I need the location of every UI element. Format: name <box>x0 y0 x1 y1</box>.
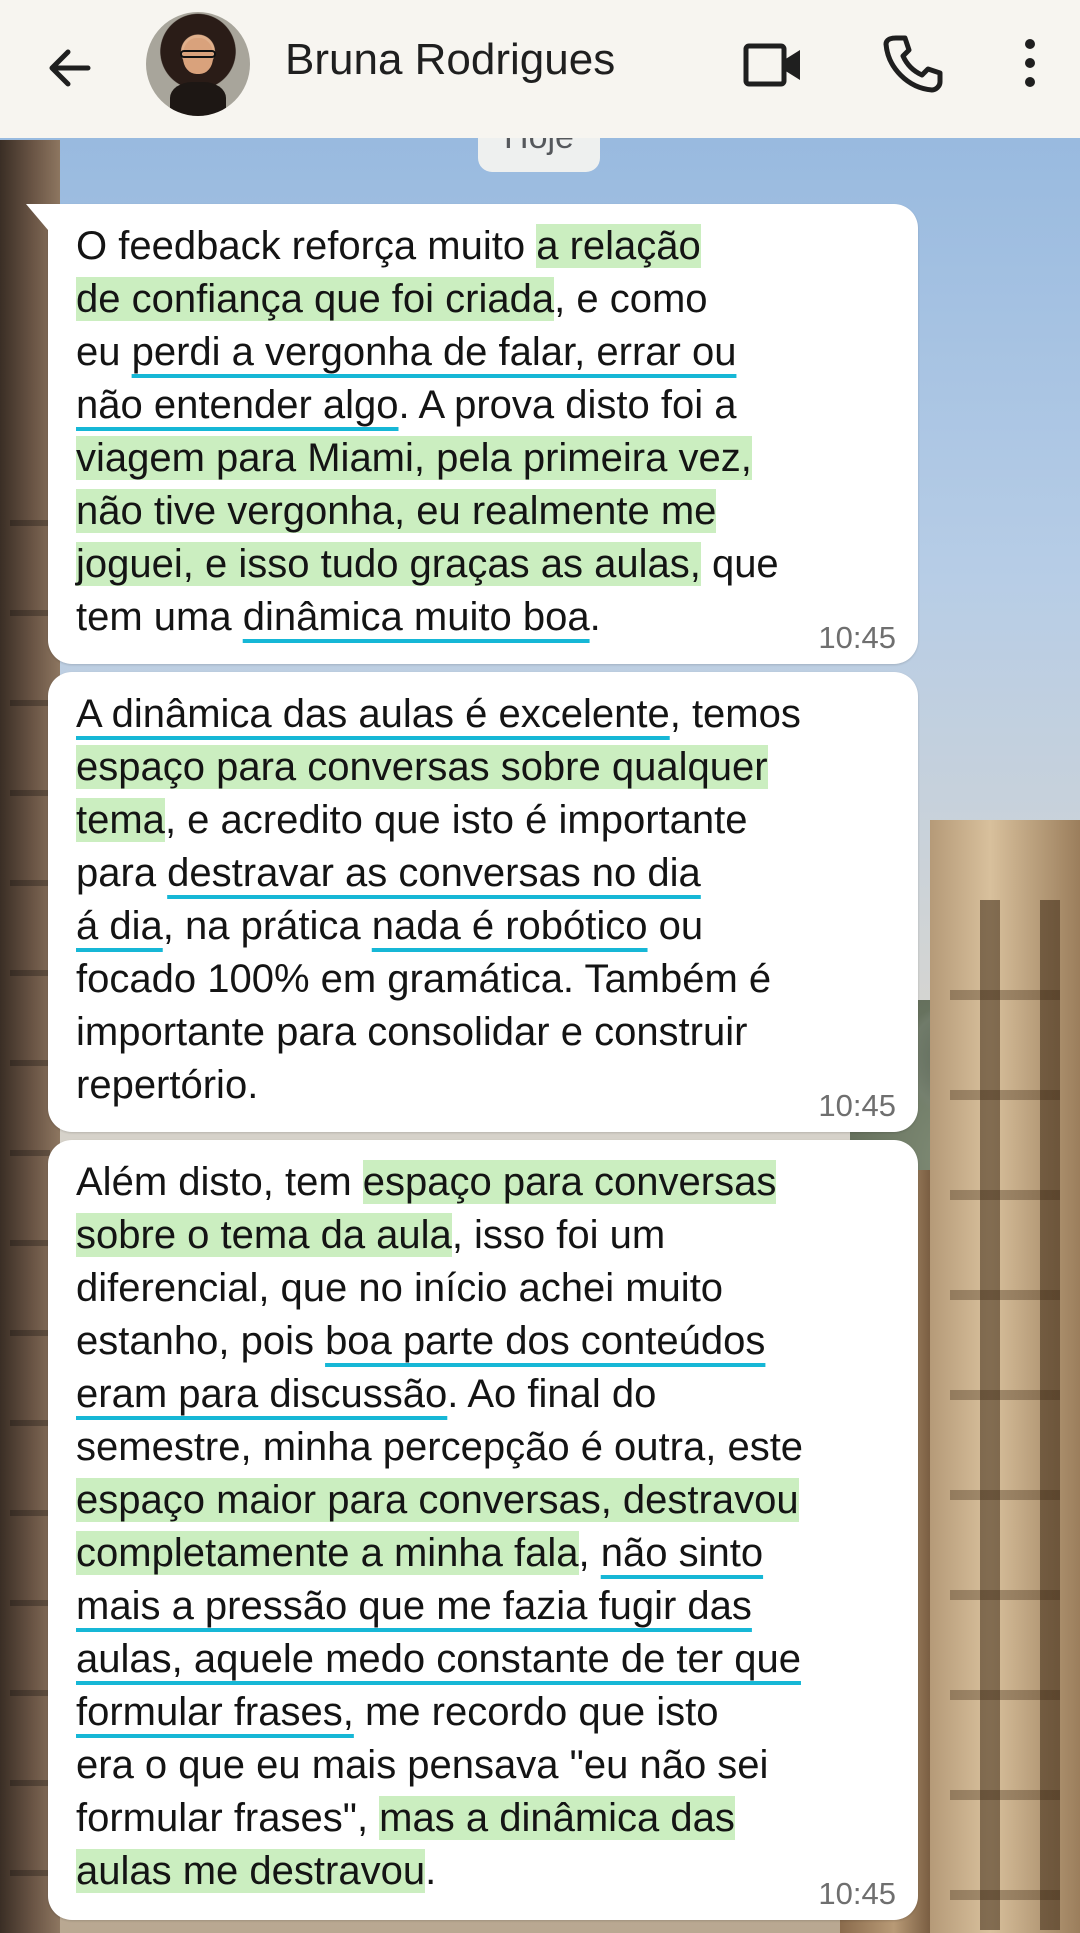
text-run: ou <box>647 904 704 948</box>
underlined-text: mais a pressão que me fazia fugir das <box>76 1584 752 1628</box>
text-run: focado 100% em gramática. Também é <box>76 957 772 1001</box>
text-run: O feedback reforça muito <box>76 224 537 268</box>
message-line: sobre o tema da aula, isso foi um <box>76 1209 665 1262</box>
text-run: , isso foi um <box>451 1213 666 1257</box>
text-run: , <box>578 1531 601 1575</box>
highlighted-text: joguei, e isso tudo graças as aulas, <box>76 542 701 586</box>
message-line: diferencial, que no início achei muito <box>76 1262 723 1315</box>
text-run: . <box>589 595 601 639</box>
message-line: espaço para conversas sobre qualquer <box>76 741 768 794</box>
chat-header: Bruna Rodrigues <box>0 0 1080 138</box>
message-line: não tive vergonha, eu realmente me <box>76 485 717 538</box>
message-bubble[interactable]: O feedback reforça muito a relação de con… <box>26 204 918 664</box>
underlined-text: A dinâmica das aulas é excelente <box>76 692 670 736</box>
message-line: á dia, na prática nada é robótico ou <box>76 900 703 953</box>
avatar-body <box>170 82 226 116</box>
message-line: para destravar as conversas no dia <box>76 847 701 900</box>
message-line: repertório. <box>76 1059 258 1112</box>
message-time: 10:45 <box>818 1088 896 1123</box>
highlighted-text: viagem para Miami, pela primeira vez, <box>76 436 752 480</box>
back-arrow-icon[interactable] <box>38 36 102 100</box>
avatar-glasses <box>180 50 216 58</box>
text-run: eu <box>76 330 132 374</box>
message-line: Além disto, tem espaço para conversas <box>76 1156 777 1209</box>
message-line: semestre, minha percepção é outra, este <box>76 1421 803 1474</box>
phone-icon[interactable] <box>878 30 944 96</box>
message-line: joguei, e isso tudo graças as aulas, que <box>76 538 779 591</box>
text-run: importante para consolidar e construir <box>76 1010 748 1054</box>
message-line: de confiança que foi criada, e como <box>76 273 708 326</box>
text-run: tem uma <box>76 595 243 639</box>
message-line: não entender algo. A prova disto foi a <box>76 379 737 432</box>
message-line: eu perdi a vergonha de falar, errar ou <box>76 326 736 379</box>
text-run: repertório. <box>76 1063 259 1107</box>
message-line: focado 100% em gramática. Também é <box>76 953 771 1006</box>
message-line: estanho, pois boa parte dos conteúdos <box>76 1315 765 1368</box>
contact-name[interactable]: Bruna Rodrigues <box>285 30 615 90</box>
highlighted-text: de confiança que foi criada <box>76 277 555 321</box>
message-line: era o que eu mais pensava "eu não sei <box>76 1739 768 1792</box>
message-line: espaço maior para conversas, destravou <box>76 1474 799 1527</box>
underlined-text: á dia <box>76 904 163 948</box>
text-run: era o que eu mais pensava "eu não sei <box>76 1743 769 1787</box>
underlined-text: aulas, aquele medo constante de ter que <box>76 1637 801 1681</box>
message-line: mais a pressão que me fazia fugir das <box>76 1580 752 1633</box>
text-run: . Ao final do <box>447 1372 657 1416</box>
underlined-text: boa parte dos conteúdos <box>325 1319 766 1363</box>
message-line: formular frases", mas a dinâmica das <box>76 1792 735 1845</box>
text-run: semestre, minha percepção é outra, este <box>76 1425 804 1469</box>
underlined-text: não entender algo <box>76 383 399 427</box>
text-run: . A prova disto foi a <box>398 383 737 427</box>
underlined-text: formular frases, <box>76 1690 354 1734</box>
text-run: estanho, pois <box>76 1319 326 1363</box>
text-run: , e acredito que isto é importante <box>164 798 748 842</box>
message-line: eram para discussão. Ao final do <box>76 1368 656 1421</box>
message-line: aulas, aquele medo constante de ter que <box>76 1633 801 1686</box>
message-line: viagem para Miami, pela primeira vez, <box>76 432 752 485</box>
underlined-text: eram para discussão <box>76 1372 448 1416</box>
text-run: , temos <box>669 692 801 736</box>
message-time: 10:45 <box>818 620 896 655</box>
text-run: , na prática <box>162 904 372 948</box>
text-run: diferencial, que no início achei muito <box>76 1266 724 1310</box>
highlighted-text: aulas me destravou <box>76 1849 426 1893</box>
message-bubble[interactable]: A dinâmica das aulas é excelente, temos e… <box>48 672 918 1132</box>
highlighted-text: completamente a minha fala <box>76 1531 579 1575</box>
text-run: . <box>425 1849 437 1893</box>
underlined-text: dinâmica muito boa <box>242 595 590 639</box>
message-line: completamente a minha fala, não sinto <box>76 1527 763 1580</box>
message-line: formular frases, me recordo que isto <box>76 1686 719 1739</box>
text-run: que <box>700 542 779 586</box>
message-line: tema, e acredito que isto é importante <box>76 794 748 847</box>
highlighted-text: a relação <box>536 224 701 268</box>
highlighted-text: não tive vergonha, eu realmente me <box>76 489 717 533</box>
avatar[interactable] <box>146 12 250 116</box>
message-line: tem uma dinâmica muito boa. <box>76 591 601 644</box>
highlighted-text: espaço maior para conversas, destravou <box>76 1478 799 1522</box>
underlined-text: destravar as conversas no dia <box>167 851 701 895</box>
message-line: importante para consolidar e construir <box>76 1006 747 1059</box>
video-call-icon[interactable] <box>740 32 806 98</box>
text-run: , e como <box>554 277 708 321</box>
text-run: formular frases", <box>76 1796 380 1840</box>
underlined-text: nada é robótico <box>371 904 648 948</box>
message-line: O feedback reforça muito a relação <box>76 220 701 273</box>
highlighted-text: tema <box>76 798 165 842</box>
text-run: Além disto, tem <box>76 1160 363 1204</box>
wallpaper-windows <box>950 900 1060 1930</box>
highlighted-text: espaço para conversas sobre qualquer <box>76 745 768 789</box>
wallpaper-windows <box>10 520 50 1920</box>
message-time: 10:45 <box>818 1876 896 1911</box>
message-line: aulas me destravou. <box>76 1845 436 1898</box>
text-run: para <box>76 851 168 895</box>
message-line: A dinâmica das aulas é excelente, temos <box>76 688 801 741</box>
more-vert-icon[interactable] <box>1010 30 1050 96</box>
highlighted-text: espaço para conversas <box>362 1160 777 1204</box>
highlighted-text: sobre o tema da aula <box>76 1213 452 1257</box>
message-bubble[interactable]: Além disto, tem espaço para conversas sob… <box>48 1140 918 1920</box>
underlined-text: perdi a vergonha de falar, errar ou <box>131 330 737 374</box>
underlined-text: não sinto <box>600 1531 764 1575</box>
text-run: me recordo que isto <box>353 1690 719 1734</box>
highlighted-text: mas a dinâmica das <box>379 1796 735 1840</box>
